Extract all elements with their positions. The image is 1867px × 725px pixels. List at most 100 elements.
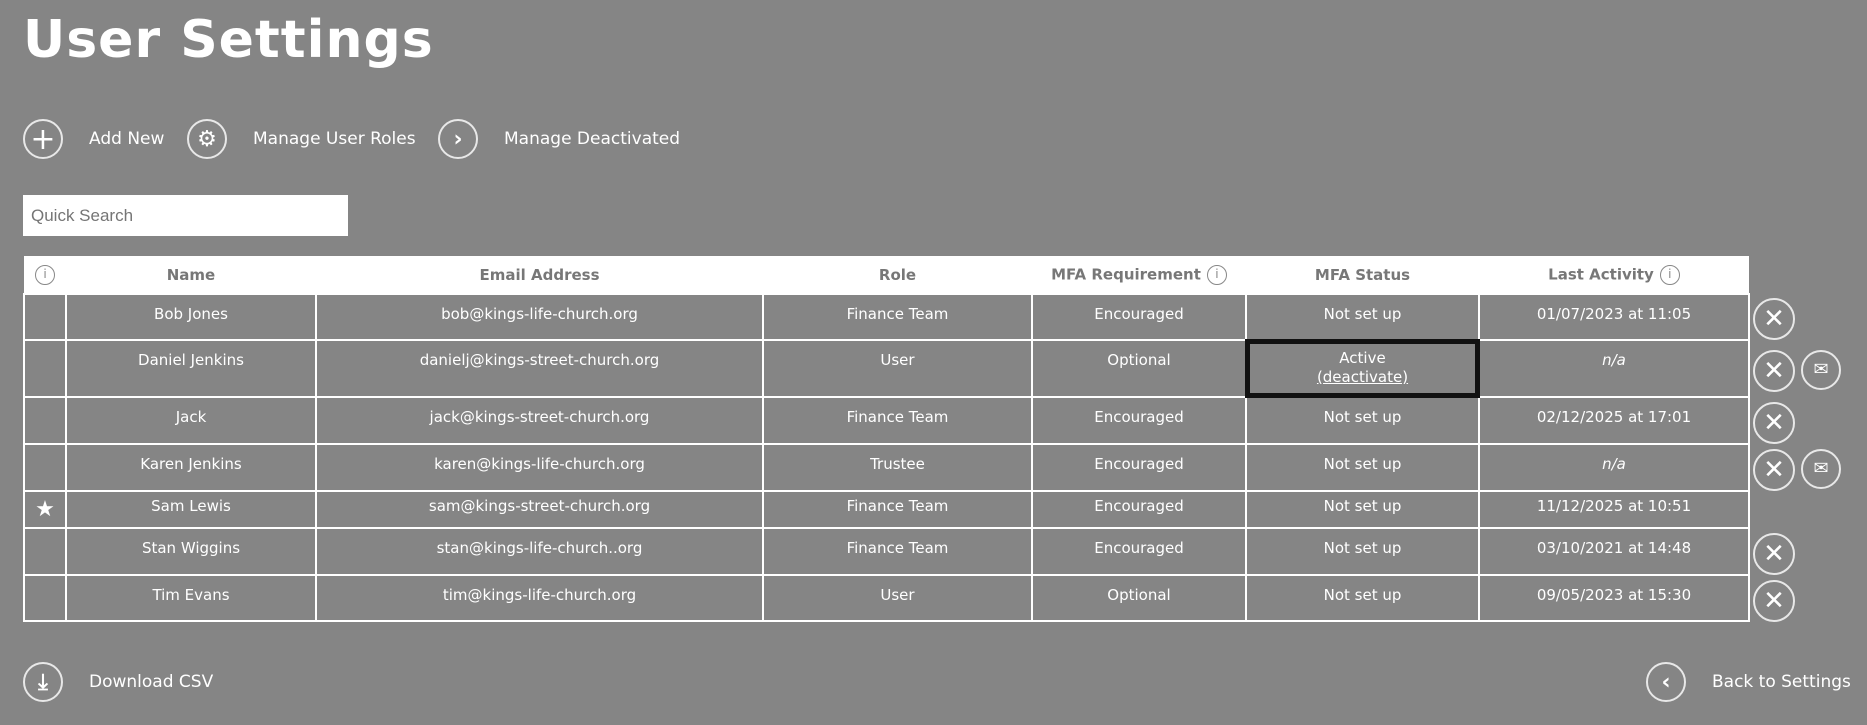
row-marker [23,339,67,398]
last-activity: 03/10/2021 at 14:48 [1478,527,1750,576]
mfa-status: Not set up [1323,305,1402,323]
mfa-status: Not set up [1323,455,1402,473]
table-row: ★ Sam Lewis sam@kings-street-church.org … [23,490,1750,529]
mfa-status-cell: Active (deactivate) [1245,339,1480,398]
info-icon[interactable]: i [35,264,55,285]
download-icon: ⤓ [23,662,63,702]
table-row: Karen Jenkins karen@kings-life-church.or… [23,443,1750,492]
row-marker [23,443,67,492]
delete-user-button[interactable]: ✕ [1753,349,1795,392]
user-role: Finance Team [762,396,1033,445]
mfa-requirement: Encouraged [1031,293,1247,341]
mfa-status-cell: Not set up [1245,527,1480,576]
table-row: Bob Jones bob@kings-life-church.org Fina… [23,293,1750,341]
add-new-label: Add New [89,129,165,149]
table-row: Jack jack@kings-street-church.org Financ… [23,396,1750,445]
user-name: Tim Evans [65,574,317,622]
back-to-settings-button[interactable]: ‹ Back to Settings [1646,662,1851,702]
delete-user-button[interactable]: ✕ [1753,448,1795,491]
mfa-status-cell: Not set up [1245,293,1480,341]
resend-invite-email-icon[interactable]: ✉ [1801,349,1841,390]
info-icon[interactable]: i [1206,264,1227,285]
col-name[interactable]: Name [66,256,316,294]
table-header: i Name Email Address Role MFA Requiremen… [24,256,1749,294]
row-actions: ✕ [1753,298,1795,340]
plus-icon: + [23,119,63,159]
row-actions: ✕ [1753,401,1795,444]
user-name: Bob Jones [65,293,317,341]
gear-icon: ⚙ [187,119,227,159]
row-marker [23,293,67,341]
last-activity: 01/07/2023 at 11:05 [1478,293,1750,341]
page-title: User Settings [23,10,434,70]
user-role: Trustee [762,443,1033,492]
chevron-right-icon: › [438,119,478,159]
row-marker [23,574,67,622]
mfa-status-cell: Not set up [1245,490,1480,529]
user-name: Daniel Jenkins [65,339,317,398]
user-role: Finance Team [762,293,1033,341]
back-to-settings-label: Back to Settings [1712,672,1851,692]
chevron-left-icon: ‹ [1646,662,1686,702]
user-name: Jack [65,396,317,445]
mfa-status: Not set up [1323,586,1402,604]
mfa-requirement: Encouraged [1031,443,1247,492]
mfa-status-cell: Not set up [1245,574,1480,622]
col-role[interactable]: Role [763,256,1032,294]
mfa-status: Active [1339,349,1386,367]
col-mfa-status[interactable]: MFA Status [1246,256,1479,294]
user-email: tim@kings-life-church.org [315,574,764,622]
users-table: i Name Email Address Role MFA Requiremen… [23,256,1750,622]
user-name: Karen Jenkins [65,443,317,492]
mfa-requirement: Encouraged [1031,527,1247,576]
mfa-requirement: Optional [1031,574,1247,622]
col-last-activity-label: Last Activity [1548,265,1654,283]
last-activity: n/a [1478,443,1750,492]
row-marker: ★ [23,490,67,529]
table-row: Stan Wiggins stan@kings-life-church..org… [23,527,1750,576]
row-actions: ✕ [1753,532,1795,575]
delete-user-button[interactable]: ✕ [1753,401,1795,444]
delete-user-button[interactable]: ✕ [1753,532,1795,575]
row-actions: ✕ ✉ [1753,448,1841,491]
delete-user-button[interactable]: ✕ [1753,580,1795,622]
user-role: User [762,339,1033,398]
user-name: Sam Lewis [65,490,317,529]
user-email: danielj@kings-street-church.org [315,339,764,398]
col-last-activity[interactable]: Last Activity i [1479,256,1749,294]
mfa-requirement: Optional [1031,339,1247,398]
info-icon[interactable]: i [1659,264,1680,285]
user-email: stan@kings-life-church..org [315,527,764,576]
user-email: karen@kings-life-church.org [315,443,764,492]
user-role: Finance Team [762,490,1033,529]
mfa-requirement: Encouraged [1031,490,1247,529]
resend-invite-email-icon[interactable]: ✉ [1801,448,1841,489]
user-role: Finance Team [762,527,1033,576]
last-activity: 02/12/2025 at 17:01 [1478,396,1750,445]
add-new-button[interactable]: + Add New [23,119,164,159]
delete-user-button[interactable]: ✕ [1753,298,1795,340]
user-email: bob@kings-life-church.org [315,293,764,341]
mfa-status-cell: Not set up [1245,443,1480,492]
deactivate-mfa-link[interactable]: (deactivate) [1317,368,1408,386]
manage-user-roles-button[interactable]: ⚙ Manage User Roles [187,119,416,159]
last-activity: n/a [1478,339,1750,398]
col-email[interactable]: Email Address [316,256,763,294]
user-role: User [762,574,1033,622]
row-actions: ✕ ✉ [1753,349,1841,392]
manage-user-roles-label: Manage User Roles [253,129,416,149]
download-csv-button[interactable]: ⤓ Download CSV [23,662,213,702]
user-email: sam@kings-street-church.org [315,490,764,529]
download-csv-label: Download CSV [89,672,214,692]
mfa-status: Not set up [1323,408,1402,426]
user-email: jack@kings-street-church.org [315,396,764,445]
last-activity: 11/12/2025 at 10:51 [1478,490,1750,529]
col-mfa-requirement[interactable]: MFA Requirement i [1032,256,1246,294]
col-mfa-requirement-label: MFA Requirement [1051,265,1201,283]
table-row: Daniel Jenkins danielj@kings-street-chur… [23,339,1750,398]
row-actions: ✕ [1753,580,1795,622]
manage-deactivated-button[interactable]: › Manage Deactivated [438,119,680,159]
user-name: Stan Wiggins [65,527,317,576]
quick-search-input[interactable] [23,195,348,236]
star-icon: ★ [35,497,55,522]
